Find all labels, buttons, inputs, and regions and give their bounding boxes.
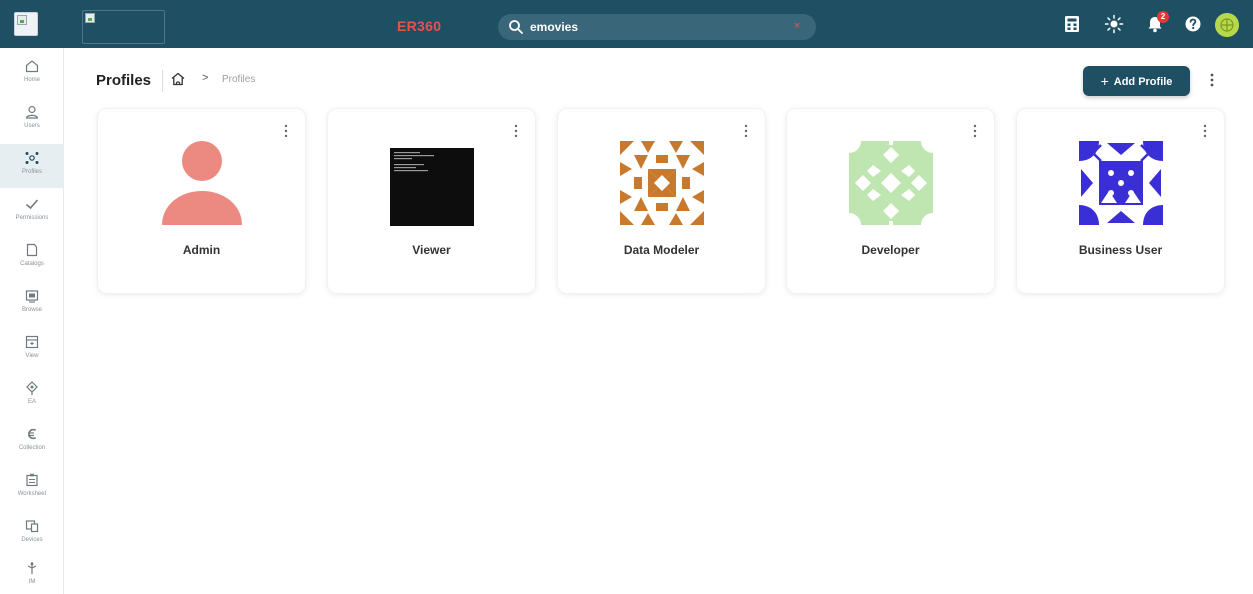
sidebar-item-im[interactable]: IM (0, 554, 64, 594)
sun-icon[interactable] (1104, 14, 1124, 34)
help-icon[interactable] (1183, 14, 1203, 34)
sidebar-item-label: EA (27, 399, 36, 405)
sidebar-item-label: Browse (21, 307, 42, 313)
card-more-options-icon[interactable] (281, 123, 291, 139)
card-more-options-icon[interactable] (741, 123, 751, 139)
user-avatar[interactable] (1215, 13, 1239, 37)
worksheet-icon (26, 473, 38, 487)
profiles-icon (25, 152, 39, 164)
title-divider (162, 70, 163, 92)
user-icon (25, 105, 39, 119)
person-avatar-icon (162, 141, 242, 225)
sidebar-item-label: Worksheet (17, 491, 47, 497)
app-title: ER360 (397, 18, 442, 34)
add-profile-button[interactable]: + Add Profile (1083, 66, 1190, 96)
brand-logo[interactable] (82, 10, 165, 44)
sidebar-item-label: Devices (21, 537, 43, 543)
browse-icon (25, 290, 39, 303)
ea-icon (26, 381, 38, 395)
top-bar: ER360 × (0, 0, 1253, 48)
breadcrumb-chevron-icon: > (202, 72, 209, 84)
sidebar-item-label: Users (24, 123, 40, 129)
sidebar-item-label: Home (23, 77, 40, 83)
breadcrumb-current: Profiles (222, 74, 256, 85)
add-profile-label: Add Profile (1113, 76, 1173, 88)
sidebar-item-users[interactable]: Users (0, 98, 64, 142)
profile-card-developer[interactable]: Developer (786, 108, 995, 294)
sidebar-item-label: IM (28, 579, 36, 585)
global-search[interactable]: × (498, 14, 816, 40)
search-input[interactable] (530, 17, 780, 37)
im-icon (27, 562, 37, 574)
orange-geometric-pattern-icon (620, 141, 704, 225)
profile-name: Business User (1078, 243, 1163, 257)
sidebar: Home Users Profiles Permissions Catalogs… (0, 48, 64, 594)
breadcrumb-home-icon[interactable] (170, 71, 186, 87)
globe-avatar-icon (1215, 13, 1239, 37)
home-icon (25, 60, 39, 73)
sidebar-item-worksheet[interactable]: Worksheet (0, 466, 64, 510)
profile-card-data-modeler[interactable]: Data Modeler (557, 108, 766, 294)
profile-name: Admin (182, 243, 221, 257)
app-root: ER360 × (0, 0, 1253, 594)
check-icon (25, 199, 39, 210)
card-more-options-icon[interactable] (1200, 123, 1210, 139)
sidebar-item-label: Profiles (21, 169, 42, 175)
profile-name: Viewer (412, 243, 451, 257)
search-icon (509, 20, 523, 34)
view-icon (25, 335, 39, 349)
more-options-icon[interactable] (1206, 70, 1218, 90)
profile-name: Developer (861, 243, 920, 257)
sidebar-item-label: Catalogs (20, 261, 44, 267)
broken-image-icon (17, 15, 27, 25)
terminal-screenshot-icon (390, 148, 474, 226)
sidebar-item-ea[interactable]: EA (0, 374, 64, 418)
sidebar-item-profiles[interactable]: Profiles (0, 144, 64, 188)
sidebar-item-collection[interactable]: Collection (0, 420, 64, 464)
page-title: Profiles (96, 72, 152, 89)
blue-geometric-pattern-icon (1079, 141, 1163, 225)
sidebar-item-devices[interactable]: Devices (0, 512, 64, 556)
sidebar-item-catalogs[interactable]: Catalogs (0, 236, 64, 280)
profile-card-business-user[interactable]: Business User (1016, 108, 1225, 294)
clear-search-icon[interactable]: × (791, 19, 803, 33)
devices-icon (25, 520, 39, 533)
card-more-options-icon[interactable] (511, 123, 521, 139)
sidebar-item-permissions[interactable]: Permissions (0, 190, 64, 234)
sidebar-item-view[interactable]: View (0, 328, 64, 372)
sidebar-item-label: Collection (18, 445, 46, 451)
profile-card-admin[interactable]: Admin (97, 108, 306, 294)
notification-badge: 2 (1157, 11, 1169, 23)
calculator-icon[interactable] (1062, 14, 1082, 34)
sidebar-item-home[interactable]: Home (0, 52, 64, 96)
profile-name: Data Modeler (623, 243, 700, 257)
sidebar-item-label: View (25, 353, 39, 359)
app-menu-logo[interactable] (14, 12, 38, 36)
broken-image-icon (85, 13, 95, 23)
catalog-icon (26, 243, 38, 257)
sidebar-item-label: Permissions (15, 215, 49, 221)
plus-icon: + (1100, 73, 1109, 89)
sidebar-item-browse[interactable]: Browse (0, 282, 64, 326)
collection-icon (28, 428, 37, 440)
card-more-options-icon[interactable] (970, 123, 980, 139)
green-geometric-pattern-icon (849, 141, 933, 225)
profile-card-viewer[interactable]: Viewer (327, 108, 536, 294)
